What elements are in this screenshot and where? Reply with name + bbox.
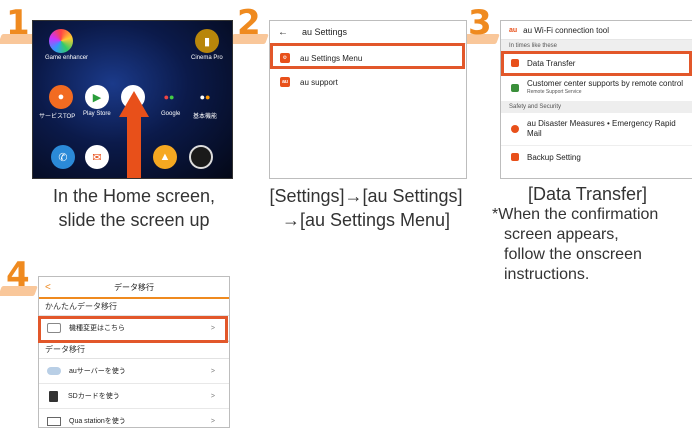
step3-caption: [Data Transfer] *When the confirmation s… bbox=[492, 183, 692, 285]
au-support-item[interactable]: au au support bbox=[270, 70, 466, 94]
disaster-icon bbox=[511, 125, 519, 133]
step-number-1: 1 bbox=[6, 3, 30, 43]
au-server-item[interactable]: auサーバーを使う > bbox=[39, 359, 229, 384]
phone-icon[interactable]: ✆ bbox=[51, 145, 75, 169]
service-top-icon[interactable]: ● bbox=[49, 85, 73, 109]
migration-header: < データ移行 bbox=[39, 277, 229, 299]
backup-label: Backup Setting bbox=[527, 152, 581, 162]
wifi-tool-title: au Wi-Fi connection tool bbox=[523, 25, 609, 35]
cinema-pro-label: Cinema Pro bbox=[191, 55, 223, 61]
game-enhancer-label: Game enhancer bbox=[45, 55, 89, 61]
step-number-3: 3 bbox=[468, 3, 492, 43]
chevron-right-icon: > bbox=[210, 367, 215, 375]
cinema-pro-icon[interactable]: ▮ bbox=[195, 29, 219, 53]
cloud-icon bbox=[47, 367, 61, 375]
google-folder-icon[interactable]: ● ● bbox=[157, 85, 181, 109]
step2-caption: [Settings]→[au Settings] →[au Settings M… bbox=[246, 184, 486, 232]
section-header: データ移行 bbox=[39, 341, 229, 359]
section-header: かんたんデータ移行 bbox=[39, 299, 229, 316]
section-header: Safety and Security bbox=[501, 101, 692, 113]
au-logo-icon: au bbox=[509, 26, 518, 34]
backup-setting-item[interactable]: Backup Setting bbox=[501, 145, 692, 168]
highlight-model-change bbox=[38, 316, 228, 343]
caption-line: [Settings]→[au Settings] bbox=[269, 186, 463, 206]
caption-line: [Data Transfer] bbox=[528, 184, 648, 204]
migration-title: データ移行 bbox=[114, 282, 154, 292]
wifi-tool-screen: au au Wi-Fi connection tool In times lik… bbox=[500, 20, 692, 179]
remote-support-item[interactable]: Customer center supports by remote contr… bbox=[501, 74, 692, 101]
back-chevron-icon[interactable]: < bbox=[45, 282, 51, 293]
basic-functions-label: 基本機能 bbox=[193, 114, 218, 120]
qua-station-item[interactable]: Qua stationを使う > bbox=[39, 409, 229, 427]
gallery-icon[interactable]: ▲ bbox=[153, 145, 177, 169]
home-screen[interactable]: Game enhancer ▮ Cinema Pro ● サービスTOP ▶ P… bbox=[32, 20, 233, 179]
sd-card-icon bbox=[49, 390, 58, 402]
service-top-label: サービスTOP bbox=[39, 114, 76, 120]
highlight-au-settings-menu bbox=[270, 43, 465, 69]
swipe-up-arrow bbox=[127, 115, 141, 178]
highlight-data-transfer bbox=[501, 51, 692, 76]
au-support-label: au support bbox=[300, 77, 338, 87]
disaster-label: au Disaster Measures • Emergency Rapid M… bbox=[527, 119, 676, 138]
au-support-icon: au bbox=[280, 77, 290, 87]
swipe-up-arrow-head bbox=[119, 91, 149, 117]
camera-icon[interactable] bbox=[189, 145, 213, 169]
sd-card-label: SDカードを使う bbox=[68, 393, 120, 400]
caption-line: slide the screen up bbox=[58, 210, 210, 230]
wifi-tool-header: au au Wi-Fi connection tool bbox=[501, 21, 692, 40]
backup-icon bbox=[511, 153, 519, 161]
caption-line: screen appears, bbox=[504, 226, 619, 243]
sd-card-item[interactable]: SDカードを使う > bbox=[39, 384, 229, 409]
caption-line: *When the confirmation bbox=[492, 206, 659, 223]
remote-support-text: Customer center supports by remote contr… bbox=[527, 79, 683, 97]
step-number-4: 4 bbox=[6, 255, 30, 295]
play-store-label: Play Store bbox=[83, 111, 111, 117]
step1-caption: In the Home screen, slide the screen up bbox=[24, 184, 244, 232]
caption-line: instructions. bbox=[504, 266, 590, 283]
chevron-right-icon: > bbox=[210, 417, 215, 425]
caption-line: →[au Settings Menu] bbox=[281, 210, 451, 230]
remote-support-icon bbox=[511, 84, 519, 92]
settings-header: ← au Settings bbox=[270, 21, 466, 44]
play-store-icon[interactable]: ▶ bbox=[85, 85, 109, 109]
game-enhancer-icon[interactable] bbox=[49, 29, 73, 53]
step-number-2: 2 bbox=[237, 3, 261, 43]
caption-line: In the Home screen, bbox=[52, 186, 216, 206]
back-arrow-icon[interactable]: ← bbox=[278, 27, 288, 38]
qua-station-label: Qua stationを使う bbox=[69, 418, 126, 425]
chevron-right-icon: > bbox=[210, 392, 215, 400]
au-server-label: auサーバーを使う bbox=[69, 368, 126, 375]
remote-support-label: Customer center supports by remote contr… bbox=[527, 79, 684, 88]
caption-line: follow the onscreen bbox=[504, 246, 642, 263]
mail-icon[interactable]: ✉ bbox=[85, 145, 109, 169]
settings-title: au Settings bbox=[302, 27, 348, 37]
data-migration-screen: < データ移行 かんたんデータ移行 機種変更はこちら > データ移行 auサーバ… bbox=[38, 276, 230, 428]
qua-station-icon bbox=[47, 416, 61, 426]
google-folder-label: Google bbox=[161, 111, 181, 117]
remote-support-sub: Remote Support Service bbox=[527, 89, 582, 95]
basic-functions-folder-icon[interactable]: ● ● bbox=[193, 85, 217, 109]
disaster-measures-item[interactable]: au Disaster Measures • Emergency Rapid M… bbox=[501, 113, 692, 145]
